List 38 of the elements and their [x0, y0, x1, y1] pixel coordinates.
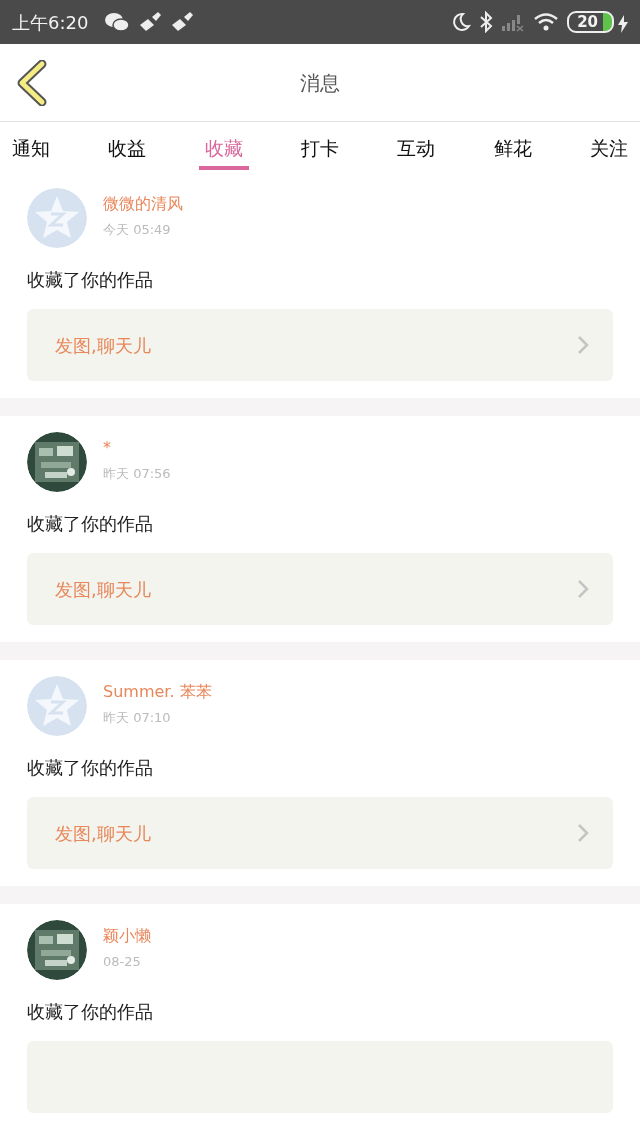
timestamp: 昨天 07:56	[103, 465, 171, 483]
moon-icon	[451, 12, 472, 32]
user-name[interactable]: 微微的清风	[103, 192, 183, 216]
tab[interactable]: 打卡	[295, 123, 345, 171]
battery-indicator: 20	[567, 11, 614, 33]
quoted-post[interactable]: 发图,聊天儿	[27, 309, 613, 381]
chat-bubbles-icon	[104, 11, 131, 33]
tab[interactable]: 关注	[583, 123, 634, 171]
timestamp: 今天 05:49	[103, 221, 172, 239]
quoted-post[interactable]: 发图,聊天儿	[27, 553, 613, 625]
signal-icon	[501, 12, 526, 32]
chevron-right-icon	[577, 823, 589, 843]
chevron-right-icon	[577, 335, 589, 355]
status-time: 上午6:20	[12, 10, 89, 35]
default-avatar-icon	[27, 676, 87, 736]
tab[interactable]: 通知	[6, 123, 56, 171]
tab[interactable]: 收藏	[198, 123, 249, 171]
tab[interactable]: 鲜花	[487, 123, 538, 171]
quoted-post[interactable]: 发图,聊天儿	[27, 797, 613, 869]
brush-icon	[170, 11, 195, 33]
chevron-right-icon	[577, 579, 589, 599]
charging-icon	[618, 14, 628, 33]
user-name[interactable]: 颖小懒	[103, 924, 151, 948]
message-text: 收藏了你的作品	[27, 756, 154, 780]
tab[interactable]: 收益	[102, 123, 153, 171]
user-name[interactable]: Summer. 苯苯	[103, 680, 212, 704]
message-text: 收藏了你的作品	[27, 1000, 154, 1024]
bluetooth-icon	[479, 11, 494, 33]
message-text: 收藏了你的作品	[27, 268, 154, 292]
page-title: 消息	[300, 69, 340, 97]
wifi-icon	[533, 12, 560, 32]
brush-icon	[138, 11, 163, 33]
message-text: 收藏了你的作品	[27, 512, 154, 536]
timestamp: 昨天 07:10	[103, 709, 172, 727]
timestamp: 08-25	[103, 953, 142, 971]
user-name[interactable]: *	[103, 436, 171, 460]
default-avatar-icon	[27, 188, 87, 248]
tab[interactable]: 互动	[391, 123, 442, 171]
